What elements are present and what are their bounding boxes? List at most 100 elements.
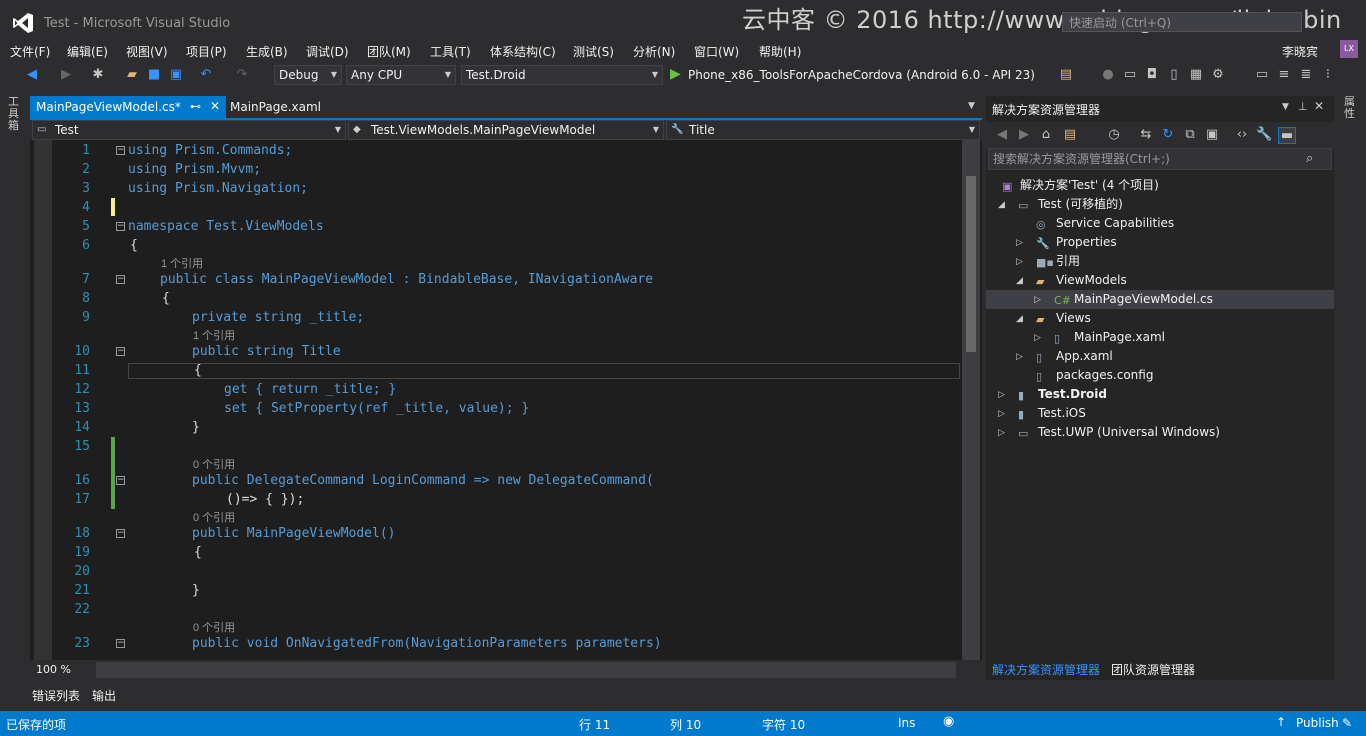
collapsed-arrow-icon[interactable]: ▷ [998,390,1005,400]
code-editor[interactable] [30,140,982,660]
close-icon[interactable]: ✕ [1314,99,1324,113]
code-line[interactable]: using Prism.Mvvm; [128,162,261,177]
project-navigation-select[interactable]: ▭ Test ▼ [32,120,346,140]
publish-arrow-icon[interactable]: ↑ [1276,715,1286,729]
start-debugging-icon[interactable]: ▶ [670,66,681,82]
code-line[interactable]: public DelegateCommand LoginCommand => n… [192,473,654,488]
panel-menu-icon[interactable]: ▼ [1282,102,1289,112]
notification-icon[interactable]: ◉ [943,714,954,729]
tree-item-views-folder[interactable]: Views [1056,309,1091,328]
stop-icon[interactable]: ● [1100,67,1116,83]
back-icon[interactable]: ◀ [994,127,1010,142]
file-export-icon[interactable]: ▯ [1166,67,1182,83]
code-line[interactable]: public MainPageViewModel() [192,526,396,541]
collapse-icon[interactable]: − [116,529,125,538]
menu-architecture[interactable]: 体系结构(C) [490,43,556,60]
pending-changes-icon[interactable]: ◷ [1106,127,1122,142]
monitor-icon[interactable]: ▭ [1254,67,1270,83]
code-line[interactable]: get { return _title; } [224,382,396,397]
settings-icon[interactable]: ⚙ [1210,67,1226,83]
startup-project-select[interactable]: Test.Droid ▼ [461,65,663,85]
sync-icon[interactable]: ⇆ [1138,127,1154,142]
attach-icon[interactable]: ▭ [1122,67,1138,83]
tab-list-dropdown-icon[interactable]: ▼ [968,101,975,111]
collapsed-arrow-icon[interactable]: ▷ [1034,333,1041,343]
collapse-icon[interactable]: − [116,222,125,231]
run-target-label[interactable]: Phone_x86_ToolsForApacheCordova (Android… [688,68,1035,82]
menu-tools[interactable]: 工具(T) [430,43,471,60]
menu-window[interactable]: 窗口(W) [694,43,739,60]
tree-item-mainpageviewmodel-cs[interactable]: MainPageViewModel.cs [1074,290,1213,309]
tab-mainpage-xaml[interactable]: MainPage.xaml [230,100,321,114]
tree-item-mainpage-xaml[interactable]: MainPage.xaml [1074,328,1165,347]
tab-error-list[interactable]: 错误列表 [32,687,80,704]
device-icon[interactable]: ▤ [1058,67,1074,83]
home-icon[interactable]: ⌂ [1038,127,1054,142]
tree-item-test-droid[interactable]: Test.Droid [1038,385,1107,404]
tree-item-test-uwp[interactable]: Test.UWP (Universal Windows) [1038,423,1220,442]
close-icon[interactable]: ✕ [210,99,220,113]
collapse-icon[interactable]: − [116,275,125,284]
menu-help[interactable]: 帮助(H) [759,43,801,60]
pin-icon[interactable]: ⊷ [190,100,201,113]
tab-solution-explorer[interactable]: 解决方案资源管理器 [992,661,1100,678]
reference-count[interactable]: 1 个引用 [193,327,235,343]
solution-config-select[interactable]: Debug ▼ [274,65,342,85]
code-line[interactable]: public class MainPageViewModel : Bindabl… [160,272,653,287]
forward-icon[interactable]: ▶ [1016,127,1032,142]
code-line[interactable]: public void OnNavigatedFrom(NavigationPa… [192,636,662,651]
navigate-forward-icon[interactable]: ▶ [58,67,74,83]
expanded-arrow-icon[interactable]: ◢ [1016,314,1023,324]
tree-item-solution[interactable]: 解决方案'Test' (4 个项目) [1020,176,1159,195]
tree-item-service-capabilities[interactable]: Service Capabilities [1056,214,1174,233]
menu-test[interactable]: 测试(S) [573,43,614,60]
menu-build[interactable]: 生成(B) [246,43,288,60]
preview-selected-icon[interactable]: ▬ [1278,127,1296,144]
comment-icon[interactable]: ≡ [1276,67,1292,83]
code-line[interactable]: namespace Test.ViewModels [128,219,324,234]
reference-count[interactable]: 0 个引用 [193,456,235,472]
search-icon[interactable]: ⌕ [1306,151,1313,166]
code-line[interactable]: } [192,420,200,435]
quick-launch-input[interactable]: 快速启动 (Ctrl+Q) [1062,12,1302,32]
code-line[interactable]: { [162,291,170,306]
zoom-level-select[interactable]: 100 % [34,662,94,678]
feedback-icon[interactable]: ✎ [1342,716,1352,730]
collapse-icon[interactable]: − [116,639,125,648]
code-line[interactable]: { [194,363,202,378]
save-icon[interactable]: ■ [146,67,162,83]
new-project-icon[interactable]: ✱ [90,67,106,83]
save-all-icon[interactable]: ▣ [168,67,184,83]
member-navigation-select[interactable]: 🔧 Title ▼ [666,120,980,140]
menu-file[interactable]: 文件(F) [10,43,50,60]
properties-wrench-icon[interactable]: 🔧 [1256,127,1272,142]
collapse-icon[interactable]: − [116,347,125,356]
reference-count[interactable]: 1 个引用 [161,255,203,271]
editor-horizontal-scrollbar[interactable] [96,662,956,678]
code-line[interactable]: ()=> { }); [226,492,304,507]
menu-debug[interactable]: 调试(D) [306,43,349,60]
tab-output[interactable]: 输出 [92,687,116,704]
tree-item-packages-config[interactable]: packages.config [1056,366,1153,385]
show-all-files-icon[interactable]: ▣ [1204,127,1220,142]
window-layout-icon[interactable]: ▦ [1188,67,1204,83]
tree-item-properties[interactable]: Properties [1056,233,1117,252]
expanded-arrow-icon[interactable]: ◢ [1016,276,1023,286]
user-avatar[interactable]: LX [1340,40,1358,58]
tree-item-references[interactable]: 引用 [1056,252,1080,271]
scrollbar-thumb[interactable] [966,176,976,352]
code-line[interactable]: private string _title; [192,310,364,325]
reference-count[interactable]: 0 个引用 [193,509,235,525]
collapse-icon[interactable]: − [116,146,125,155]
toolbar-overflow-icon[interactable]: ⁝ [1320,67,1336,83]
collapsed-arrow-icon[interactable]: ▷ [1016,238,1023,248]
collapsed-arrow-icon[interactable]: ▷ [1016,257,1023,267]
undo-icon[interactable]: ↶ [198,67,214,83]
collapse-all-icon[interactable]: ⧉ [1182,127,1198,142]
code-line[interactable]: set { SetProperty(ref _title, value); } [224,401,529,416]
tree-item-viewmodels-folder[interactable]: ViewModels [1056,271,1127,290]
type-navigation-select[interactable]: ◆ Test.ViewModels.MainPageViewModel ▼ [348,120,664,140]
uncomment-icon[interactable]: ≣ [1298,67,1314,83]
expanded-arrow-icon[interactable]: ◢ [998,200,1005,210]
redo-icon[interactable]: ↷ [234,67,250,83]
